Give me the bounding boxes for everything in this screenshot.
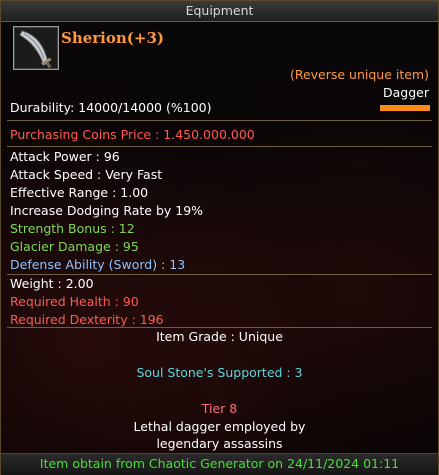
item-type-bar <box>380 105 430 111</box>
stat-effective-range: Effective Range : 1.00 <box>10 185 149 200</box>
weight: Weight : 2.00 <box>10 276 94 291</box>
durability: Durability: 14000/14000 (%100) <box>10 100 212 115</box>
required-dexterity: Required Dexterity : 196 <box>10 312 164 327</box>
window-title: Equipment <box>1 1 438 22</box>
item-name: Sherion(+3) <box>61 29 164 47</box>
bonus-glacier-damage: Glacier Damage : 95 <box>10 239 139 254</box>
stat-dodging-rate: Increase Dodging Rate by 19% <box>10 203 204 218</box>
item-tier: Tier 8 <box>201 401 238 416</box>
divider <box>7 274 432 275</box>
divider <box>7 327 432 328</box>
divider <box>7 120 432 121</box>
divider <box>7 146 432 147</box>
stat-attack-speed: Attack Speed : Very Fast <box>10 167 163 182</box>
required-health: Required Health : 90 <box>10 294 139 309</box>
item-grade: Item Grade : Unique <box>156 329 283 344</box>
equipment-tooltip: Equipment Sherion(+3) (Reverse unique it… <box>0 0 439 475</box>
purchase-price: Purchasing Coins Price : 1.450.000.000 <box>10 127 255 142</box>
bonus-strength: Strength Bonus : 12 <box>10 221 135 236</box>
item-description-line: legendary assassins <box>156 436 283 451</box>
obtain-info: Item obtain from Chaotic Generator on 24… <box>39 456 400 471</box>
item-description-line: Lethal dagger employed by <box>133 419 306 434</box>
dagger-icon <box>13 26 59 70</box>
bonus-defense-ability: Defense Ability (Sword) : 13 <box>10 257 186 272</box>
item-type: Dagger <box>383 85 429 100</box>
soul-stone-supported: Soul Stone's Supported : 3 <box>136 365 303 380</box>
stat-attack-power: Attack Power : 96 <box>10 149 120 164</box>
item-rarity-tag: (Reverse unique item) <box>289 67 429 82</box>
